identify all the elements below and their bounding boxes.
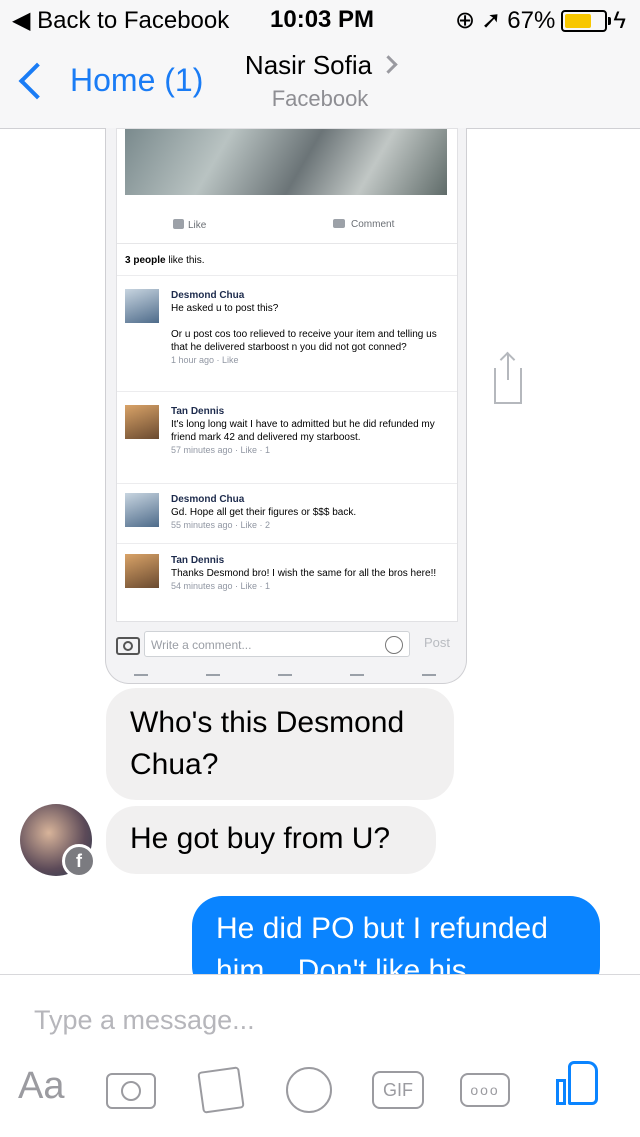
more-icon[interactable]: ooo: [460, 1073, 510, 1107]
back-to-app[interactable]: ◀ Back to Facebook: [12, 6, 229, 35]
message-composer: Type a message... Aa GIF ooo: [0, 974, 640, 1137]
commenter-name: Tan Dennis: [171, 555, 225, 566]
comment-icon: [333, 219, 345, 228]
chevron-right-icon: [379, 55, 398, 74]
write-comment-input: Write a comment...: [144, 631, 410, 657]
facebook-post: Like Comment 3 people like this. Desmond…: [116, 128, 458, 622]
divider: [117, 275, 457, 276]
comment-meta: 57 minutes ago · Like · 1: [171, 445, 271, 455]
clock: 10:03 PM: [270, 6, 375, 33]
likes-text: like this.: [168, 255, 205, 266]
thumbs-up-icon[interactable]: [556, 1061, 598, 1107]
conversation-title[interactable]: Nasir Sofia: [0, 50, 640, 81]
divider: [117, 391, 457, 392]
commenter-name: Desmond Chua: [171, 290, 245, 301]
divider: [117, 543, 457, 544]
battery-fill: [565, 13, 591, 28]
post-button: Post: [424, 635, 451, 650]
commenter-avatar: [125, 554, 159, 588]
write-comment-placeholder: Write a comment...: [151, 638, 252, 652]
rotation-lock-icon: ⊕: [455, 7, 476, 34]
camera-icon: [116, 637, 140, 655]
commenter-name: Tan Dennis: [171, 406, 225, 417]
status-right: ⊕ ➚ 67% ϟ: [455, 6, 626, 35]
thumbs-up-icon: [173, 219, 184, 229]
emoji-icon: [385, 636, 403, 654]
top-bar: ◀ Back to Facebook 10:03 PM ⊕ ➚ 67% ϟ Ho…: [0, 0, 640, 129]
gif-icon[interactable]: GIF: [372, 1071, 424, 1109]
comment-meta: 55 minutes ago · Like · 2: [171, 520, 271, 530]
battery-percent: 67%: [507, 6, 556, 34]
shared-screenshot[interactable]: Like Comment 3 people like this. Desmond…: [105, 128, 467, 684]
fb-tab-strip: [106, 670, 466, 683]
message-input[interactable]: Type a message...: [34, 1005, 255, 1036]
contact-avatar[interactable]: f: [20, 804, 96, 878]
menu-icon: [422, 674, 436, 683]
like-label: Like: [188, 220, 207, 231]
friends-icon: [206, 674, 220, 683]
messenger-icon: [278, 674, 292, 683]
comment-text: Or u post cos too relieved to receive yo…: [171, 329, 437, 353]
comment-bar: Write a comment... Post: [106, 625, 466, 665]
post-actions: Like Comment: [117, 211, 457, 244]
message-bubble-incoming[interactable]: He got buy from U?: [106, 806, 436, 874]
commenter-avatar: [125, 289, 159, 323]
battery-icon: [561, 9, 612, 32]
gallery-icon[interactable]: [197, 1066, 245, 1114]
location-icon: ➚: [481, 7, 502, 34]
comment-label: Comment: [351, 219, 395, 230]
post-photo: [125, 129, 447, 195]
contact-name: Nasir Sofia: [244, 50, 373, 80]
comment-meta: 54 minutes ago · Like · 1: [171, 581, 271, 591]
charging-icon: ϟ: [613, 6, 626, 34]
commenter-name: Desmond Chua: [171, 494, 245, 505]
likes-summary: 3 people like this.: [125, 255, 204, 266]
divider: [117, 483, 457, 484]
status-bar: ◀ Back to Facebook 10:03 PM ⊕ ➚ 67% ϟ: [0, 0, 640, 40]
comment-text: Thanks Desmond bro! I wish the same for …: [171, 568, 437, 579]
comment-text: It's long long wait I have to admitted b…: [171, 419, 435, 443]
composer-toolbar: Aa GIF ooo: [0, 1061, 640, 1115]
comment-blank-line: [171, 315, 451, 328]
conversation-subtitle: Facebook: [271, 86, 369, 111]
likes-count: 3 people: [125, 255, 166, 266]
message-bubble-incoming[interactable]: Who's this Desmond Chua?: [106, 688, 454, 800]
emoji-icon[interactable]: [286, 1067, 332, 1113]
comment-text: Gd. Hope all get their figures or $$$ ba…: [171, 507, 357, 518]
back-to-app-label: Back to Facebook: [37, 7, 230, 34]
like-action: Like: [173, 219, 206, 231]
facebook-badge-icon: f: [62, 844, 96, 878]
globe-icon: [350, 674, 364, 683]
camera-icon[interactable]: [106, 1073, 156, 1109]
share-icon[interactable]: [494, 354, 522, 404]
comment-text: He asked u to post this?: [171, 303, 279, 314]
aa-icon[interactable]: Aa: [18, 1065, 64, 1108]
commenter-avatar: [125, 405, 159, 439]
comment-meta: 1 hour ago · Like: [171, 355, 239, 365]
commenter-avatar: [125, 493, 159, 527]
news-feed-icon: [134, 674, 148, 683]
comment-action: Comment: [333, 219, 394, 230]
